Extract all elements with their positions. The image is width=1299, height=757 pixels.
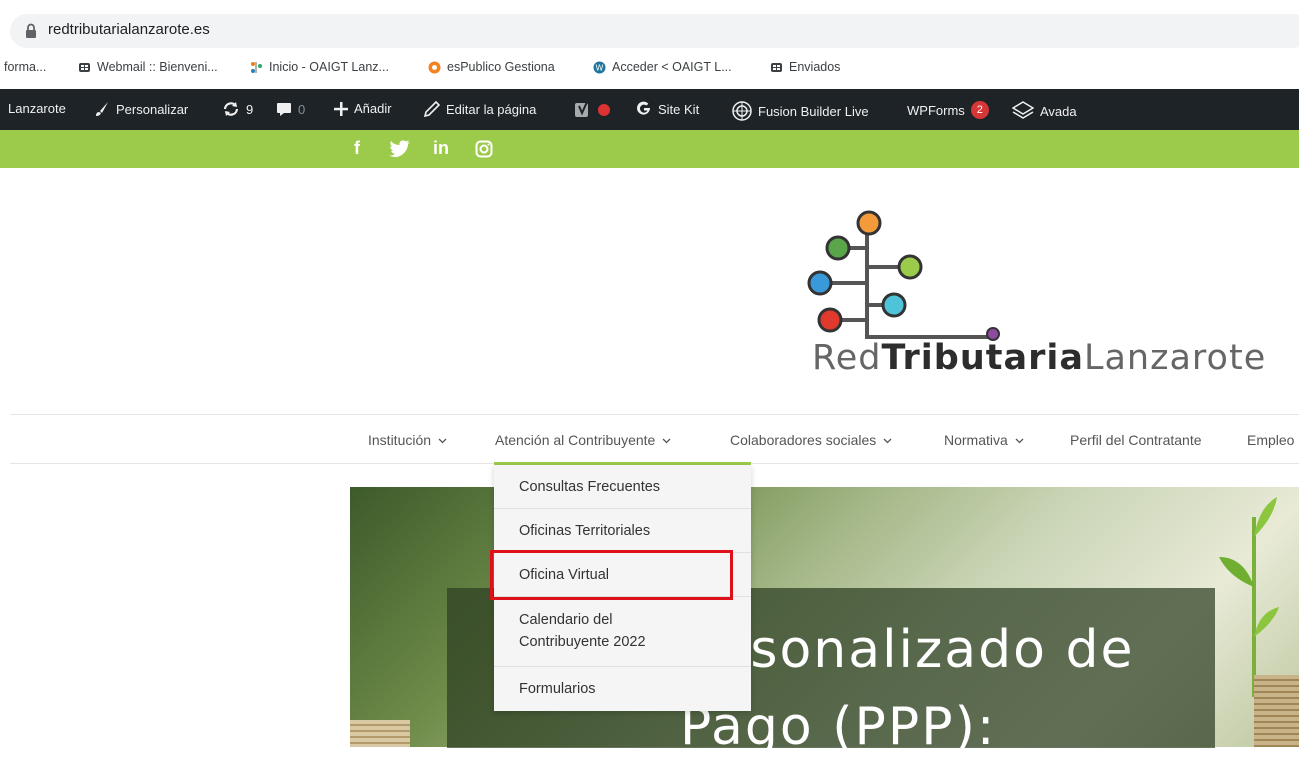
nav-item-normativa[interactable]: Normativa [944, 432, 1024, 448]
facebook-icon[interactable]: f [354, 138, 360, 159]
coins-stack-left [350, 720, 410, 747]
highlight-box [490, 550, 733, 600]
chevron-down-icon [1015, 438, 1024, 443]
yoast-icon [575, 101, 588, 117]
nav-label: Institución [368, 432, 432, 448]
admin-updates[interactable]: 9 [222, 101, 253, 117]
submenu-item-label: Calendario del [519, 612, 613, 628]
brush-icon [96, 102, 108, 116]
bookmark-label: esPublico Gestiona [447, 60, 555, 74]
admin-customize[interactable]: Personalizar [94, 101, 188, 117]
admin-site-link[interactable]: Lanzarote [8, 101, 66, 116]
nav-item-empleo[interactable]: Empleo [1247, 432, 1299, 448]
bookmark-enviados[interactable]: Enviados [770, 60, 840, 74]
bookmark-label: forma... [4, 60, 47, 74]
submenu-item-calendario[interactable]: Calendario del Contribuyente 2022 [494, 597, 751, 667]
avada-icon [1012, 101, 1034, 119]
admin-edit-page[interactable]: Editar la página [424, 101, 536, 117]
nav-label: Normativa [944, 432, 1008, 448]
social-bar: f in [0, 130, 1299, 168]
pencil-icon [424, 101, 440, 117]
admin-updates-count: 9 [246, 101, 254, 117]
chevron-down-icon [883, 438, 892, 443]
submenu-item-formularios[interactable]: Formularios [494, 667, 751, 711]
logo-wordmark[interactable]: RedTributariaLanzarote [812, 338, 1266, 378]
bookmark-label: Enviados [789, 60, 841, 74]
status-dot-icon [598, 104, 610, 116]
linkedin-icon[interactable]: in [433, 138, 449, 159]
admin-wpforms-label: WPForms [907, 102, 965, 118]
admin-yoast[interactable] [574, 101, 610, 119]
admin-avada-label: Avada [1040, 103, 1077, 119]
tree-icon [251, 61, 262, 73]
google-g-icon [637, 101, 651, 115]
plant-icon [1219, 497, 1279, 697]
admin-fusion-builder[interactable]: Fusion Builder Live [732, 101, 869, 121]
bookmark-inicio[interactable]: Inicio - OAIGT Lanz... [250, 60, 389, 74]
admin-site-kit[interactable]: Site Kit [636, 101, 699, 117]
hero-title-line1: rsonalizado de [727, 620, 1135, 680]
bookmark-webmail[interactable]: Webmail :: Bienveni... [78, 60, 218, 74]
fusion-builder-icon [732, 101, 752, 121]
admin-site-kit-label: Site Kit [658, 101, 700, 117]
submenu-item-oficinas[interactable]: Oficinas Territoriales [494, 509, 751, 553]
nav-item-institucion[interactable]: Institución [368, 432, 447, 448]
coins-stack-right [1254, 675, 1299, 747]
nav-label: Atención al Contribuyente [495, 432, 656, 448]
submenu-item-consultas[interactable]: Consultas Frecuentes [494, 465, 751, 509]
admin-bar: Lanzarote Personalizar 9 0 Añadir Editar… [0, 89, 1299, 130]
bookmark-forma[interactable]: forma... [4, 60, 46, 74]
bookmark-label: Acceder < OAIGT L... [612, 60, 732, 74]
address-bar: redtributarialanzarote.es [0, 0, 1299, 52]
espublico-icon [428, 61, 441, 73]
lock-icon [26, 23, 36, 38]
admin-site-label: Lanzarote [8, 101, 66, 116]
svg-text:W: W [596, 63, 604, 72]
bookmark-label: Inicio - OAIGT Lanz... [269, 60, 389, 74]
grid-icon [79, 62, 90, 72]
chevron-down-icon [662, 438, 671, 443]
admin-avada[interactable]: Avada [1012, 101, 1077, 121]
bookmark-espublico[interactable]: esPublico Gestiona [428, 60, 555, 74]
bookmarks-bar: forma... Webmail :: Bienveni... Inicio -… [0, 54, 1299, 84]
admin-comments[interactable]: 0 [276, 101, 305, 117]
instagram-icon[interactable] [475, 140, 493, 158]
wordpress-icon: W [593, 61, 606, 73]
logo-part-lanzarote: Lanzarote [1083, 338, 1267, 378]
nav-item-perfil[interactable]: Perfil del Contratante [1070, 432, 1202, 448]
comment-icon [277, 103, 291, 116]
bookmark-acceder[interactable]: W Acceder < OAIGT L... [593, 60, 732, 74]
grid-icon [771, 62, 782, 72]
plus-icon [334, 101, 348, 116]
admin-wpforms[interactable]: WPForms 2 [907, 101, 989, 119]
logo-part-red: Red [812, 338, 882, 378]
chevron-down-icon [438, 438, 447, 443]
nav-top-divider [10, 414, 1299, 415]
admin-customize-label: Personalizar [116, 101, 189, 117]
admin-comments-count: 0 [298, 101, 306, 117]
url-text[interactable]: redtributarialanzarote.es [48, 21, 210, 38]
admin-add-new[interactable]: Añadir [334, 101, 392, 116]
nav-item-atencion[interactable]: Atención al Contribuyente [495, 432, 671, 448]
twitter-icon[interactable] [389, 140, 411, 158]
notification-badge: 2 [970, 101, 989, 119]
nav-label: Colaboradores sociales [730, 432, 877, 448]
nav-label: Empleo [1247, 432, 1295, 448]
admin-fusion-label: Fusion Builder Live [758, 103, 869, 119]
admin-edit-label: Editar la página [446, 101, 537, 117]
submenu-item-label: Contribuyente 2022 [519, 634, 646, 650]
nav-label: Perfil del Contratante [1070, 432, 1202, 448]
nav-item-colaboradores[interactable]: Colaboradores sociales [730, 432, 892, 448]
bookmark-label: Webmail :: Bienveni... [97, 60, 218, 74]
logo-part-tributaria: Tributaria [881, 338, 1084, 378]
refresh-icon [223, 102, 239, 116]
admin-add-label: Añadir [354, 101, 392, 116]
